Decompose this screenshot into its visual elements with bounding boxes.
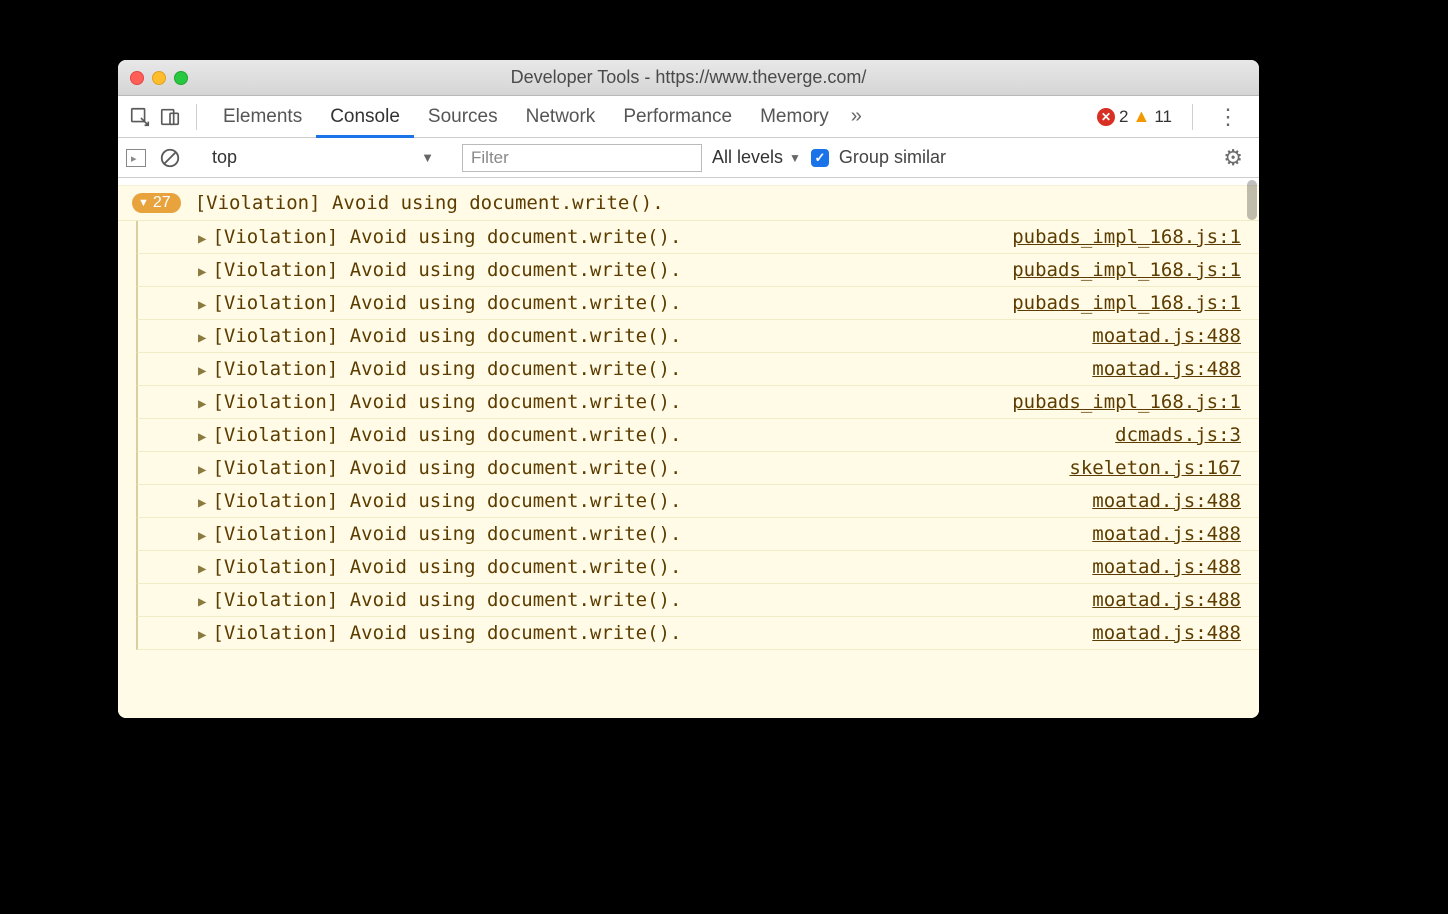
disclosure-triangle-icon[interactable]: ▶ — [198, 264, 206, 280]
devtools-menu-button[interactable]: ⋮ — [1205, 104, 1251, 130]
tab-elements[interactable]: Elements — [209, 96, 316, 138]
log-row[interactable]: ▶[Violation] Avoid using document.write(… — [136, 452, 1259, 485]
log-row[interactable]: ▶[Violation] Avoid using document.write(… — [136, 518, 1259, 551]
log-row[interactable]: ▶[Violation] Avoid using document.write(… — [136, 551, 1259, 584]
minimize-button[interactable] — [152, 71, 166, 85]
log-source-link[interactable]: skeleton.js:167 — [1069, 457, 1241, 479]
log-message: ▶[Violation] Avoid using document.write(… — [198, 589, 681, 611]
tab-console[interactable]: Console — [316, 96, 414, 138]
console-log-area[interactable]: ▼ 27 [Violation] Avoid using document.wr… — [118, 178, 1259, 718]
device-toolbar-icon[interactable] — [156, 103, 184, 131]
more-tabs-button[interactable]: » — [845, 105, 868, 128]
log-message: ▶[Violation] Avoid using document.write(… — [198, 556, 681, 578]
log-message: ▶[Violation] Avoid using document.write(… — [198, 457, 681, 479]
toggle-sidebar-icon[interactable]: ▸ — [126, 149, 146, 167]
clear-console-icon[interactable] — [156, 144, 184, 172]
log-row[interactable]: ▶[Violation] Avoid using document.write(… — [136, 320, 1259, 353]
error-icon: ✕ — [1097, 108, 1115, 126]
log-row[interactable]: ▶[Violation] Avoid using document.write(… — [136, 287, 1259, 320]
disclosure-triangle-icon[interactable]: ▶ — [198, 528, 206, 544]
disclosure-triangle-icon[interactable]: ▶ — [198, 561, 206, 577]
separator — [196, 104, 197, 130]
filter-input[interactable] — [462, 144, 702, 172]
log-message: ▶[Violation] Avoid using document.write(… — [198, 391, 681, 413]
log-source-link[interactable]: moatad.js:488 — [1092, 523, 1241, 545]
log-row[interactable]: ▶[Violation] Avoid using document.write(… — [136, 386, 1259, 419]
log-message: ▶[Violation] Avoid using document.write(… — [198, 622, 681, 644]
tab-list: ElementsConsoleSourcesNetworkPerformance… — [209, 96, 843, 138]
log-message: ▶[Violation] Avoid using document.write(… — [198, 490, 681, 512]
tab-network[interactable]: Network — [512, 96, 610, 138]
disclosure-triangle-icon[interactable]: ▶ — [198, 462, 206, 478]
window-title: Developer Tools - https://www.theverge.c… — [118, 67, 1259, 88]
close-button[interactable] — [130, 71, 144, 85]
log-row[interactable]: ▶[Violation] Avoid using document.write(… — [136, 353, 1259, 386]
context-value: top — [212, 147, 237, 168]
log-levels-selector[interactable]: All levels ▼ — [712, 147, 801, 168]
log-source-link[interactable]: moatad.js:488 — [1092, 490, 1241, 512]
tab-sources[interactable]: Sources — [414, 96, 512, 138]
log-row[interactable]: ▶[Violation] Avoid using document.write(… — [136, 221, 1259, 254]
log-row[interactable]: ▶[Violation] Avoid using document.write(… — [136, 419, 1259, 452]
chevron-down-icon: ▼ — [138, 197, 149, 209]
console-toolbar: ▸ top ▼ All levels ▼ ✓ Group similar ⚙ — [118, 138, 1259, 178]
group-similar-checkbox[interactable]: ✓ — [811, 149, 829, 167]
log-message: ▶[Violation] Avoid using document.write(… — [198, 226, 681, 248]
disclosure-triangle-icon[interactable]: ▶ — [198, 495, 206, 511]
disclosure-triangle-icon[interactable]: ▶ — [198, 363, 206, 379]
disclosure-triangle-icon[interactable]: ▶ — [198, 231, 206, 247]
chevron-down-icon: ▼ — [421, 150, 434, 165]
log-row[interactable]: ▶[Violation] Avoid using document.write(… — [136, 617, 1259, 650]
log-message: ▶[Violation] Avoid using document.write(… — [198, 424, 681, 446]
warning-count: 11 — [1154, 107, 1172, 127]
log-message: ▶[Violation] Avoid using document.write(… — [198, 523, 681, 545]
devtools-tabbar: ElementsConsoleSourcesNetworkPerformance… — [118, 96, 1259, 138]
zoom-button[interactable] — [174, 71, 188, 85]
group-count-badge[interactable]: ▼ 27 — [132, 193, 181, 213]
disclosure-triangle-icon[interactable]: ▶ — [198, 594, 206, 610]
disclosure-triangle-icon[interactable]: ▶ — [198, 330, 206, 346]
warning-icon: ▲ — [1133, 106, 1151, 127]
group-similar-label: Group similar — [839, 147, 946, 168]
traffic-lights — [118, 71, 188, 85]
log-message: ▶[Violation] Avoid using document.write(… — [198, 358, 681, 380]
group-count: 27 — [153, 194, 171, 212]
inspect-element-icon[interactable] — [126, 103, 154, 131]
titlebar[interactable]: Developer Tools - https://www.theverge.c… — [118, 60, 1259, 96]
log-source-link[interactable]: moatad.js:488 — [1092, 325, 1241, 347]
log-group-header[interactable]: ▼ 27 [Violation] Avoid using document.wr… — [118, 186, 1259, 221]
console-settings-icon[interactable]: ⚙ — [1223, 145, 1251, 171]
error-count: 2 — [1119, 107, 1128, 127]
log-source-link[interactable]: moatad.js:488 — [1092, 358, 1241, 380]
log-message: ▶[Violation] Avoid using document.write(… — [198, 292, 681, 314]
disclosure-triangle-icon[interactable]: ▶ — [198, 429, 206, 445]
log-source-link[interactable]: pubads_impl_168.js:1 — [1012, 259, 1241, 281]
tab-memory[interactable]: Memory — [746, 96, 843, 138]
disclosure-triangle-icon[interactable]: ▶ — [198, 297, 206, 313]
log-message: ▶[Violation] Avoid using document.write(… — [198, 325, 681, 347]
scrollbar-thumb[interactable] — [1247, 180, 1257, 220]
group-message: [Violation] Avoid using document.write()… — [195, 192, 664, 214]
log-source-link[interactable]: pubads_impl_168.js:1 — [1012, 391, 1241, 413]
disclosure-triangle-icon[interactable]: ▶ — [198, 396, 206, 412]
disclosure-triangle-icon[interactable]: ▶ — [198, 627, 206, 643]
log-source-link[interactable]: moatad.js:488 — [1092, 589, 1241, 611]
log-row[interactable]: ▶[Violation] Avoid using document.write(… — [136, 485, 1259, 518]
log-source-link[interactable]: moatad.js:488 — [1092, 556, 1241, 578]
levels-label: All levels — [712, 147, 783, 168]
log-row[interactable]: ▶[Violation] Avoid using document.write(… — [136, 584, 1259, 617]
separator — [1192, 104, 1193, 130]
chevron-down-icon: ▼ — [789, 151, 801, 165]
log-row[interactable]: ▶[Violation] Avoid using document.write(… — [136, 254, 1259, 287]
tab-performance[interactable]: Performance — [609, 96, 746, 138]
devtools-window: Developer Tools - https://www.theverge.c… — [118, 60, 1259, 718]
log-source-link[interactable]: dcmads.js:3 — [1115, 424, 1241, 446]
previous-row-clip — [118, 178, 1259, 186]
log-source-link[interactable]: pubads_impl_168.js:1 — [1012, 292, 1241, 314]
log-source-link[interactable]: moatad.js:488 — [1092, 622, 1241, 644]
context-selector[interactable]: top ▼ — [204, 145, 442, 170]
error-warning-badges[interactable]: ✕ 2 ▲ 11 — [1097, 106, 1172, 127]
log-source-link[interactable]: pubads_impl_168.js:1 — [1012, 226, 1241, 248]
log-message: ▶[Violation] Avoid using document.write(… — [198, 259, 681, 281]
